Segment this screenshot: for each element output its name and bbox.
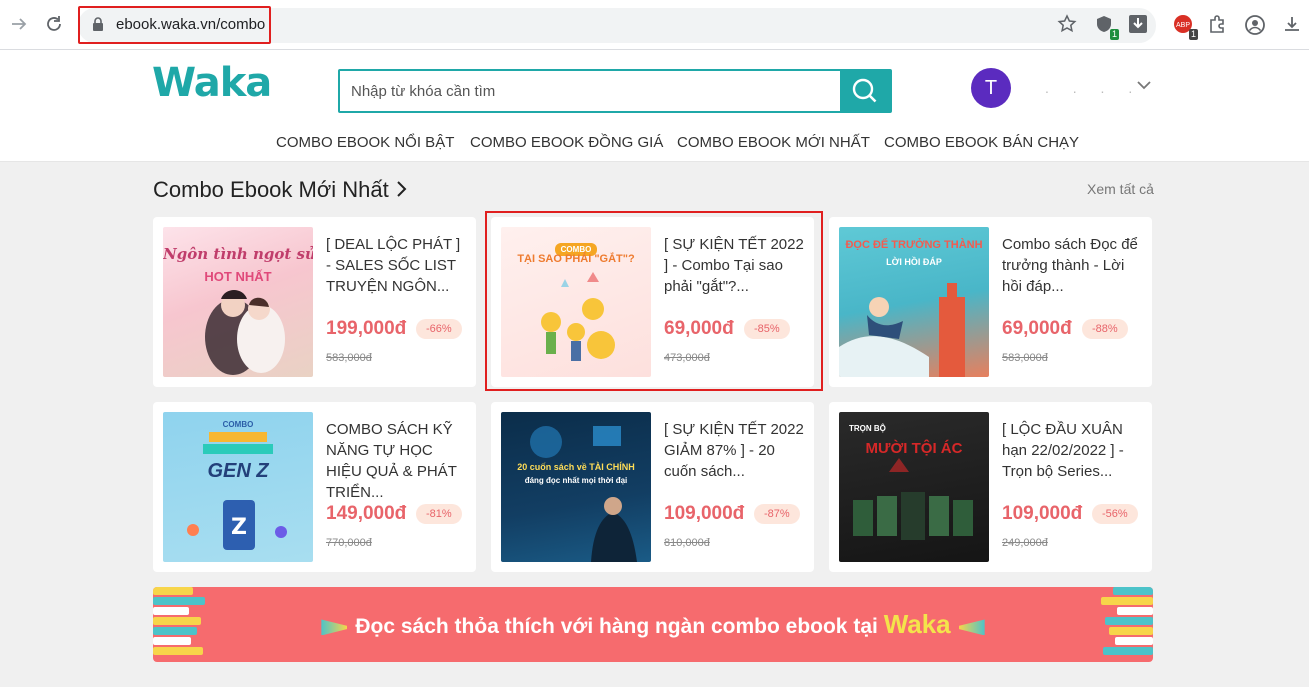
site-header: Waka T . . . . COMBO EBOOK NỔI BẬT COMBO… [0,50,1309,162]
product-price: 199,000đ [326,318,407,339]
adblock-icon[interactable]: ABP 1 [1172,14,1198,40]
download-arrow-icon[interactable] [1127,14,1149,36]
adblock-badge: 1 [1188,29,1198,40]
promo-banner[interactable]: Đọc sách thỏa thích với hàng ngàn combo … [153,587,1153,662]
old-price: 583,000đ [326,352,372,364]
menu-combo-ban-chay[interactable]: COMBO EBOOK BÁN CHẠY [884,134,1079,151]
old-price: 583,000đ [1002,352,1048,364]
card-highlight-box [485,211,823,391]
profile-icon[interactable] [1244,14,1266,36]
reload-icon[interactable] [43,14,65,36]
product-cover[interactable]: 20 cuốn sách về TÀI CHÍNH đáng đọc nhất … [501,412,651,562]
banner-message: Đọc sách thỏa thích với hàng ngàn combo … [355,615,878,638]
banner-brand: Waka [883,609,951,639]
discount-badge: -66% [416,319,462,339]
product-cover[interactable]: Ngôn tình ngọt sủng HOT NHẤT [163,227,313,377]
url-highlight-box [78,6,271,44]
browser-toolbar: ebook.waka.vn/combo 1 ABP 1 [0,0,1309,50]
svg-text:ABP: ABP [1176,22,1190,29]
chevron-down-icon[interactable] [1137,78,1151,92]
old-price: 770,000đ [326,537,372,549]
chevron-right-icon [395,178,409,204]
product-cover[interactable]: ĐỌC ĐỂ TRƯỞNG THÀNH LỜI HỒI ĐÁP [839,227,989,377]
search-input[interactable] [340,71,840,111]
search-button[interactable] [840,71,890,111]
shield-badge: 1 [1109,29,1119,40]
svg-text:Z: Z [231,515,247,540]
product-name[interactable]: Combo sách Đọc để trưởng thành - Lời hồi… [1002,234,1142,297]
product-cover[interactable]: TRỌN BỘ MƯỜI TỘI ÁC [839,412,989,562]
product-price: 109,000đ [1002,503,1083,524]
avatar[interactable]: T [971,68,1011,108]
product-price: 69,000đ [1002,318,1072,339]
see-all-link[interactable]: Xem tất cả [1087,181,1154,197]
phone-illustration: Z [187,432,287,550]
product-name[interactable]: [ LỘC ĐẦU XUÂN hạn 22/02/2022 ] - Trọn b… [1002,419,1142,482]
product-card[interactable]: 20 cuốn sách về TÀI CHÍNH đáng đọc nhất … [491,402,814,572]
forward-arrow-icon[interactable] [8,14,30,36]
puzzle-icon[interactable] [1206,14,1228,36]
section-title-text: Combo Ebook Mới Nhất [153,177,389,202]
castle-illustration [839,283,965,377]
product-card[interactable]: ĐỌC ĐỂ TRƯỞNG THÀNH LỜI HỒI ĐÁP Combo sá… [829,217,1152,387]
discount-badge: -88% [1082,319,1128,339]
product-price: 109,000đ [664,503,745,524]
menu-combo-noi-bat[interactable]: COMBO EBOOK NỔI BẬT [276,134,454,151]
search-box [338,69,892,113]
menu-combo-moi-nhat[interactable]: COMBO EBOOK MỚI NHẤT [677,134,870,151]
search-icon [852,78,877,103]
discount-badge: -87% [754,504,800,524]
product-name[interactable]: COMBO SÁCH KỸ NĂNG TỰ HỌC HIỆU QUẢ & PHÁ… [326,419,466,503]
book-series-illustration [853,458,973,540]
user-name[interactable]: . . . . [1045,80,1142,96]
product-name[interactable]: [ DEAL LỘC PHÁT ] - SALES SỐC LIST TRUYỆ… [326,234,466,297]
discount-badge: -56% [1092,504,1138,524]
shield-icon[interactable]: 1 [1093,14,1119,40]
old-price: 810,000đ [664,537,710,549]
product-price: 149,000đ [326,503,407,524]
product-card[interactable]: Ngôn tình ngọt sủng HOT NHẤT [ DEAL LỘC … [153,217,476,387]
product-cover[interactable]: COMBO GEN Z Z [163,412,313,562]
banner-flag-left-icon [321,619,348,636]
section-title[interactable]: Combo Ebook Mới Nhất [153,177,409,204]
banner-flag-right-icon [958,619,985,636]
discount-badge: -81% [416,504,462,524]
old-price: 249,000đ [1002,537,1048,549]
menu-combo-dong-gia[interactable]: COMBO EBOOK ĐỒNG GIÁ [470,134,663,151]
product-card[interactable]: TRỌN BỘ MƯỜI TỘI ÁC [ LỘC ĐẦU XUÂN hạn 2… [829,402,1152,572]
download-icon[interactable] [1281,14,1303,36]
finance-illustration [530,426,637,562]
product-name[interactable]: [ SỰ KIỆN TẾT 2022 GIẢM 87% ] - 20 cuốn … [664,419,804,482]
couple-illustration [205,290,285,375]
banner-text: Đọc sách thỏa thích với hàng ngàn combo … [153,609,1153,640]
product-card[interactable]: COMBO GEN Z Z COMBO SÁCH KỸ NĂNG TỰ HỌC … [153,402,476,572]
waka-logo[interactable]: Waka [152,60,272,106]
bookmark-star-icon[interactable] [1056,14,1078,36]
